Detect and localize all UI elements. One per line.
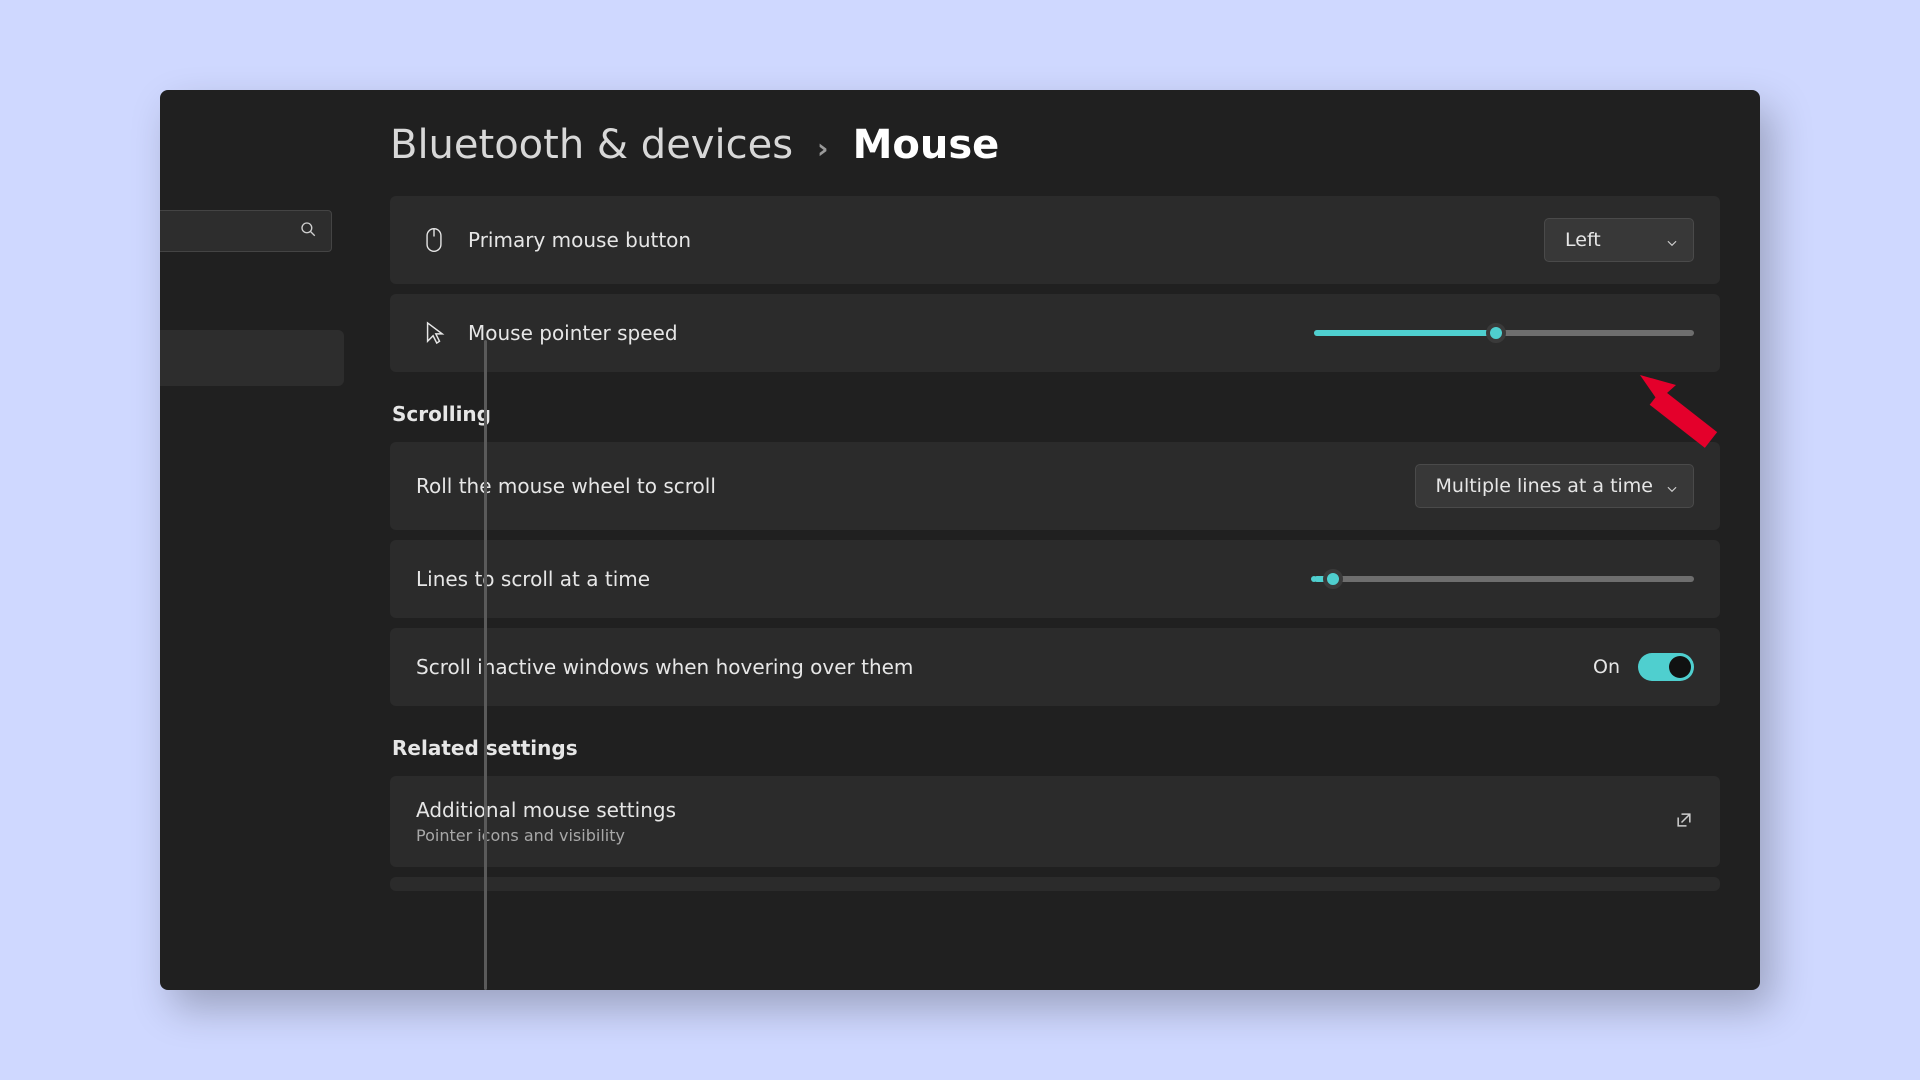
sidebar-item[interactable] xyxy=(160,442,350,498)
link-title: Additional mouse settings xyxy=(416,798,1674,822)
profile-block[interactable]: le outlook.com xyxy=(160,135,350,200)
mouse-icon xyxy=(416,227,452,253)
sidebar-item-bluetooth-devices[interactable]: ces xyxy=(160,330,344,386)
scroll-inactive-toggle[interactable] xyxy=(1638,653,1694,681)
slider-thumb[interactable] xyxy=(1486,323,1506,343)
pointer-speed-slider[interactable] xyxy=(1314,330,1694,336)
sidebar-nav: ces net y xyxy=(160,274,350,726)
breadcrumb-current: Mouse xyxy=(853,122,1000,168)
setting-lines-to-scroll: Lines to scroll at a time xyxy=(390,540,1720,618)
sidebar-item-network-internet[interactable]: net xyxy=(160,386,350,442)
search-input[interactable] xyxy=(160,210,332,252)
link-additional-mouse-settings[interactable]: Additional mouse settings Pointer icons … xyxy=(390,776,1720,867)
link-subtitle: Pointer icons and visibility xyxy=(416,826,1674,845)
setting-label: Scroll inactive windows when hovering ov… xyxy=(416,655,1593,679)
section-heading-scrolling: Scrolling xyxy=(392,402,1720,426)
setting-primary-mouse-button: Primary mouse button Left xyxy=(390,196,1720,284)
dropdown-value: Multiple lines at a time xyxy=(1436,475,1653,497)
setting-scroll-inactive: Scroll inactive windows when hovering ov… xyxy=(390,628,1720,706)
primary-button-dropdown[interactable]: Left xyxy=(1544,218,1694,262)
setting-roll-wheel: Roll the mouse wheel to scroll Multiple … xyxy=(390,442,1720,530)
setting-label: Mouse pointer speed xyxy=(468,321,1314,345)
sidebar-scrollbar[interactable] xyxy=(484,340,487,990)
dropdown-value: Left xyxy=(1565,229,1601,251)
sidebar: le outlook.com ces net y xyxy=(160,90,350,990)
settings-window: le outlook.com ces net y Bl xyxy=(160,90,1760,990)
profile-email: outlook.com xyxy=(160,158,330,176)
breadcrumb: Bluetooth & devices › Mouse xyxy=(390,122,1720,168)
toggle-knob xyxy=(1669,656,1691,678)
profile-name: le xyxy=(160,135,330,156)
lines-to-scroll-slider[interactable] xyxy=(1314,576,1694,582)
sidebar-item[interactable]: y xyxy=(160,614,350,670)
chevron-right-icon: › xyxy=(817,132,829,165)
setting-label: Lines to scroll at a time xyxy=(416,567,1314,591)
roll-wheel-dropdown[interactable]: Multiple lines at a time xyxy=(1415,464,1694,508)
slider-thumb[interactable] xyxy=(1323,569,1343,589)
chevron-down-icon xyxy=(1665,233,1679,247)
section-heading-related: Related settings xyxy=(392,736,1720,760)
setting-mouse-pointer-speed: Mouse pointer speed xyxy=(390,294,1720,372)
setting-label: Primary mouse button xyxy=(468,228,1544,252)
cursor-icon xyxy=(416,320,452,346)
next-card-peek xyxy=(390,877,1720,891)
setting-label: Roll the mouse wheel to scroll xyxy=(416,474,1415,498)
open-external-icon xyxy=(1674,810,1694,834)
sidebar-item[interactable] xyxy=(160,498,350,554)
sidebar-item[interactable] xyxy=(160,274,350,330)
chevron-down-icon xyxy=(1665,479,1679,493)
search-icon xyxy=(299,220,317,242)
main-content: Bluetooth & devices › Mouse Primary mous… xyxy=(350,90,1760,990)
sidebar-item[interactable] xyxy=(160,670,350,726)
toggle-state-text: On xyxy=(1593,656,1620,678)
breadcrumb-parent[interactable]: Bluetooth & devices xyxy=(390,122,793,168)
